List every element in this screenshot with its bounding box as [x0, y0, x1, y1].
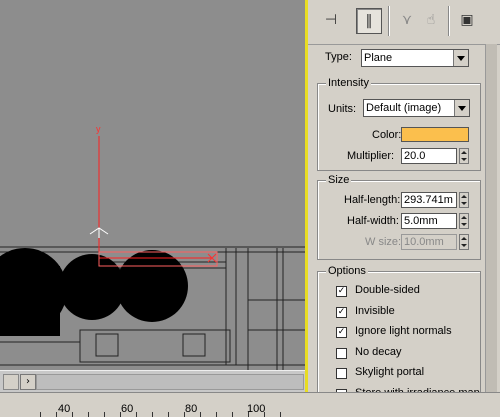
- option-checkbox[interactable]: ✓: [336, 286, 347, 297]
- configure-modifier-sets-icon[interactable]: ▣: [454, 8, 480, 34]
- multiplier-field[interactable]: 20.0: [401, 148, 457, 164]
- w-size-label: W size:: [365, 236, 402, 248]
- units-value: Default (image): [366, 102, 442, 114]
- color-label: Color:: [372, 129, 402, 141]
- time-slider[interactable]: ›: [0, 370, 305, 393]
- ruler-label: 80: [185, 403, 198, 415]
- modifier-stack-toolbar: ⊣ ‖ ⋎ ☝ ▣: [308, 0, 500, 45]
- ruler-label: 40: [58, 403, 71, 415]
- time-slider-track[interactable]: [36, 374, 304, 390]
- option-label[interactable]: Ignore light normals: [355, 325, 452, 337]
- panel-scrollbar[interactable]: [485, 44, 497, 392]
- ruler-label: 100: [247, 403, 266, 415]
- ruler-label: 60: [121, 403, 134, 415]
- size-title: Size: [326, 174, 352, 186]
- option-label[interactable]: Invisible: [355, 305, 395, 317]
- viewport[interactable]: y: [0, 0, 305, 370]
- half-length-spinner[interactable]: [459, 192, 469, 208]
- make-unique-icon[interactable]: ⋎: [394, 8, 420, 34]
- option-checkbox[interactable]: [336, 389, 347, 392]
- option-checkbox[interactable]: [336, 348, 347, 359]
- chevron-down-icon[interactable]: [454, 100, 469, 116]
- units-label: Units:: [328, 103, 357, 115]
- modifier-stack-active-icon[interactable]: ‖: [356, 8, 382, 34]
- intensity-group: Intensity Units: Default (image) Color: …: [317, 77, 481, 171]
- color-swatch[interactable]: [401, 127, 469, 142]
- half-width-label: Half-width:: [347, 215, 399, 227]
- command-panel: ⊣ ‖ ⋎ ☝ ▣ Type: Plane Intensity Units: D…: [308, 0, 500, 392]
- scene-dark-objects: [0, 248, 188, 336]
- half-width-field[interactable]: 5.0mm: [401, 213, 457, 229]
- time-slider-left[interactable]: [3, 374, 19, 390]
- option-label[interactable]: No decay: [355, 346, 401, 358]
- half-length-field[interactable]: 293.741m: [401, 192, 457, 208]
- remove-modifier-icon[interactable]: ☝: [418, 8, 444, 34]
- multiplier-label: Multiplier:: [347, 150, 395, 162]
- type-label: Type:: [325, 51, 352, 63]
- option-checkbox[interactable]: ✓: [336, 327, 347, 338]
- half-width-spinner[interactable]: [459, 213, 469, 229]
- multiplier-spinner[interactable]: [459, 148, 469, 164]
- viewport-scene: y: [0, 124, 305, 370]
- arrow-right-icon[interactable]: ›: [20, 374, 36, 390]
- type-value: Plane: [364, 52, 393, 64]
- units-dropdown[interactable]: Default (image): [363, 99, 470, 117]
- half-length-label: Half-length:: [344, 194, 401, 206]
- timeline-ruler[interactable]: 40 60 80 100: [0, 392, 500, 417]
- y-axis-label: y: [96, 124, 101, 134]
- intensity-title: Intensity: [326, 77, 371, 89]
- option-checkbox[interactable]: [336, 368, 347, 379]
- chevron-down-icon[interactable]: [453, 50, 468, 66]
- options-title: Options: [326, 265, 368, 277]
- w-size-spinner: [459, 234, 469, 250]
- option-label[interactable]: Store with irradiance map: [355, 387, 480, 392]
- type-dropdown[interactable]: Plane: [361, 49, 469, 67]
- w-size-field: 10.0mm: [401, 234, 457, 250]
- pin-stack-icon[interactable]: ⊣: [318, 8, 344, 34]
- options-group: Options ✓ Double-sided ✓ Invisible ✓ Ignore l…: [317, 265, 481, 392]
- option-checkbox[interactable]: ✓: [336, 307, 347, 318]
- option-label[interactable]: Double-sided: [355, 284, 420, 296]
- size-group: Size Half-length: 293.741m Half-width: 5…: [317, 174, 481, 260]
- option-label[interactable]: Skylight portal: [355, 366, 424, 378]
